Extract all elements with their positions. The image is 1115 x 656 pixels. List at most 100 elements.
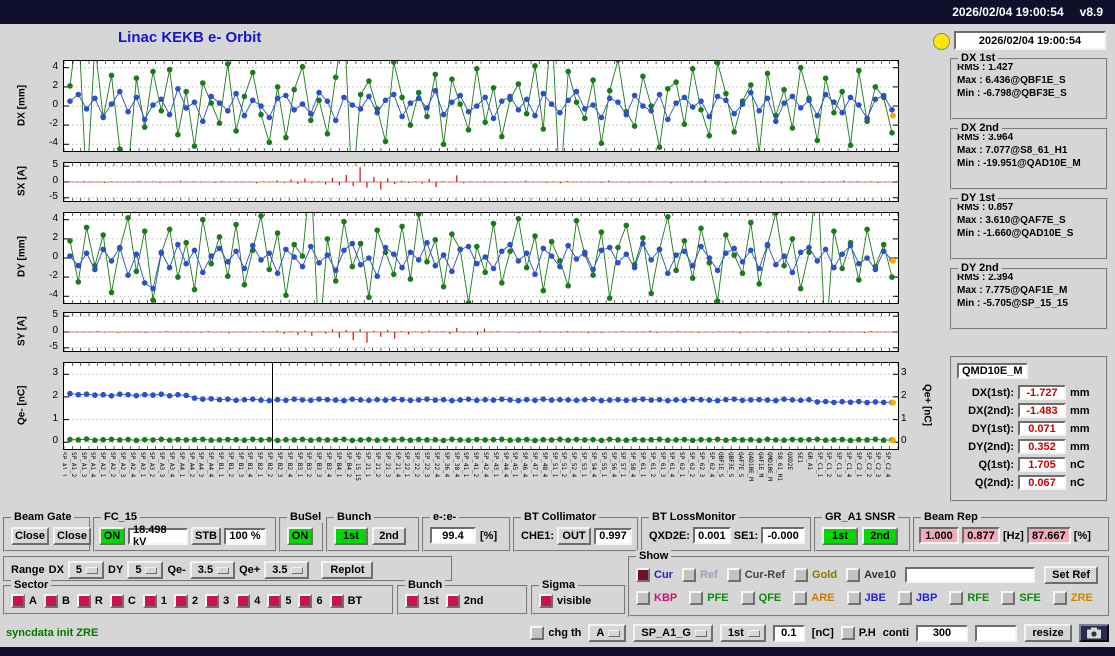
chg-th-checkbox-box[interactable]: [530, 626, 545, 640]
show-checkbox-cur-ref[interactable]: Cur-Ref: [726, 568, 785, 582]
sigma-checkbox-visible[interactable]: visible: [539, 594, 591, 608]
blank-field[interactable]: [975, 624, 1017, 642]
x-axis-label: SP_41_1: [462, 452, 470, 478]
interval-field[interactable]: 300: [916, 624, 968, 642]
beam-gate-close-button-2[interactable]: Close: [53, 527, 91, 545]
bunch-group: Bunch 1st 2nd: [326, 511, 420, 552]
show-checkbox-jbe-box[interactable]: [846, 591, 861, 605]
show-checkbox-ave10-box[interactable]: [846, 568, 861, 582]
sector-checkbox-a[interactable]: A: [11, 594, 37, 608]
sigma-checkbox-visible-box[interactable]: [539, 594, 553, 608]
ph-checkbox[interactable]: P.H: [840, 626, 876, 640]
y-tick-label: -2: [49, 270, 58, 281]
sector-checkbox-6[interactable]: 6: [298, 594, 323, 608]
sector-checkbox-6-label: 6: [316, 595, 323, 607]
show-checkbox-jbe[interactable]: JBE: [846, 591, 886, 605]
gr-a1-snsr-2nd-button[interactable]: 2nd: [862, 527, 898, 545]
sector-checkbox-3-label: 3: [223, 595, 230, 607]
monitor-row-value: 0.067: [1018, 475, 1066, 490]
set-ref-input[interactable]: [905, 567, 1036, 583]
sector-checkbox-4-box[interactable]: [236, 594, 251, 608]
beam-gate-close-button-1[interactable]: Close: [11, 527, 49, 545]
sector-group-label: Sector: [11, 579, 52, 591]
show-checkbox-rfe-box[interactable]: [949, 591, 964, 605]
sector-checkbox-c-label: C: [127, 595, 136, 607]
sector-checkbox-3[interactable]: 3: [205, 594, 229, 608]
show-checkbox-sfe-box[interactable]: [1001, 591, 1016, 605]
sector-checkbox-2[interactable]: 2: [173, 594, 198, 608]
sector-checkbox-5-box[interactable]: [267, 594, 282, 608]
sector-checkbox-c-box[interactable]: [109, 594, 124, 608]
set-ref-button[interactable]: Set Ref: [1044, 566, 1099, 584]
x-axis-label: SP_A3_4: [167, 452, 175, 478]
chg-th-checkbox[interactable]: chg th: [530, 626, 581, 640]
sector-checkbox-1-box[interactable]: [142, 594, 157, 608]
show-checkbox-cur-box[interactable]: [636, 568, 650, 582]
show-checkbox-gold[interactable]: Gold: [794, 568, 837, 582]
show-checkbox-jbp-box[interactable]: [897, 591, 912, 605]
sector-checkbox-r[interactable]: R: [76, 594, 103, 608]
show-checkbox-kbp[interactable]: KBP: [636, 591, 677, 605]
range-dropdown-qe+[interactable]: 3.5: [264, 561, 310, 579]
bunch-checkbox-2nd[interactable]: 2nd: [445, 594, 483, 608]
show-checkbox-rfe[interactable]: RFE: [949, 591, 989, 605]
show-checkbox-ref[interactable]: Ref: [681, 568, 718, 582]
range-dropdown-dx[interactable]: 5: [67, 561, 105, 579]
ph-checkbox-box[interactable]: [840, 626, 855, 640]
show-checkbox-pfe[interactable]: PFE: [689, 591, 729, 605]
sector-checkbox-bt[interactable]: BT: [329, 594, 362, 608]
show-checkbox-ref-box[interactable]: [681, 568, 696, 582]
show-checkbox-jbp[interactable]: JBP: [897, 591, 937, 605]
show-checkbox-pfe-box[interactable]: [689, 591, 704, 605]
stat-max: Max : 7.077@S8_61_H1: [957, 145, 1068, 156]
replot-button[interactable]: Replot: [321, 561, 374, 579]
range-dropdown-dy[interactable]: 5: [127, 561, 164, 579]
show-checkbox-cur-ref-box[interactable]: [726, 568, 741, 582]
bunch-2nd-button[interactable]: 2nd: [372, 527, 406, 545]
sector-checkbox-1[interactable]: 1: [142, 594, 167, 608]
busel-on-button[interactable]: ON: [287, 527, 313, 545]
monitor-row-value: -1.727: [1018, 385, 1066, 400]
sector-checkbox-5[interactable]: 5: [267, 594, 291, 608]
sector-checkbox-a-box[interactable]: [11, 594, 25, 608]
fc15-stb-button[interactable]: STB: [191, 527, 221, 545]
bunch-checkbox-1st-box[interactable]: [405, 594, 419, 608]
che1-out-button[interactable]: OUT: [557, 527, 592, 545]
fc15-on-button[interactable]: ON: [99, 527, 125, 545]
gr-a1-snsr-1st-button[interactable]: 1st: [822, 527, 858, 545]
show-checkbox-are-box[interactable]: [793, 591, 808, 605]
show-checkbox-are[interactable]: ARE: [793, 591, 835, 605]
show-checkbox-sfe[interactable]: SFE: [1001, 591, 1041, 605]
show-checkbox-cur[interactable]: Cur: [636, 568, 673, 582]
fc15-percent-field: 100 %: [224, 527, 266, 545]
sector-checkbox-6-box[interactable]: [298, 594, 313, 608]
mode-dropdown[interactable]: A: [588, 624, 627, 642]
show-checkbox-zre-box[interactable]: [1052, 591, 1067, 605]
bunch-checkbox-1st[interactable]: 1st: [405, 594, 439, 608]
resize-button[interactable]: resize: [1024, 624, 1072, 642]
show-checkbox-ave10[interactable]: Ave10: [846, 568, 896, 582]
snapshot-button[interactable]: [1079, 624, 1109, 642]
sector-checkbox-4[interactable]: 4: [236, 594, 260, 608]
sector-checkbox-c[interactable]: C: [109, 594, 136, 608]
x-axis-label: SP_B2_2: [266, 452, 273, 478]
show-checkbox-gold-box[interactable]: [794, 568, 809, 582]
show-checkbox-kbp-box[interactable]: [636, 591, 650, 605]
x-axis-label: QAF7E_S: [737, 452, 744, 478]
sector-checkbox-b-box[interactable]: [43, 594, 58, 608]
threshold-field[interactable]: 0.1: [772, 624, 805, 642]
bunch-1st-button[interactable]: 1st: [334, 527, 368, 545]
x-axis-label: SP_B4_2: [344, 452, 352, 478]
bunch-checkbox-2nd-box[interactable]: [445, 594, 460, 608]
sector-checkbox-3-box[interactable]: [205, 594, 220, 608]
show-checkbox-qfe-box[interactable]: [740, 591, 755, 605]
show-checkbox-zre[interactable]: ZRE: [1052, 591, 1093, 605]
sector-checkbox-b[interactable]: B: [43, 594, 70, 608]
sector-checkbox-bt-box[interactable]: [329, 594, 344, 608]
sector-checkbox-2-box[interactable]: [173, 594, 188, 608]
range-dropdown-qe-[interactable]: 3.5: [189, 561, 236, 579]
sp-dropdown[interactable]: SP_A1_G: [633, 624, 713, 642]
bunch-dropdown[interactable]: 1st: [719, 624, 766, 642]
show-checkbox-qfe[interactable]: QFE: [740, 591, 781, 605]
sector-checkbox-r-box[interactable]: [76, 594, 91, 608]
